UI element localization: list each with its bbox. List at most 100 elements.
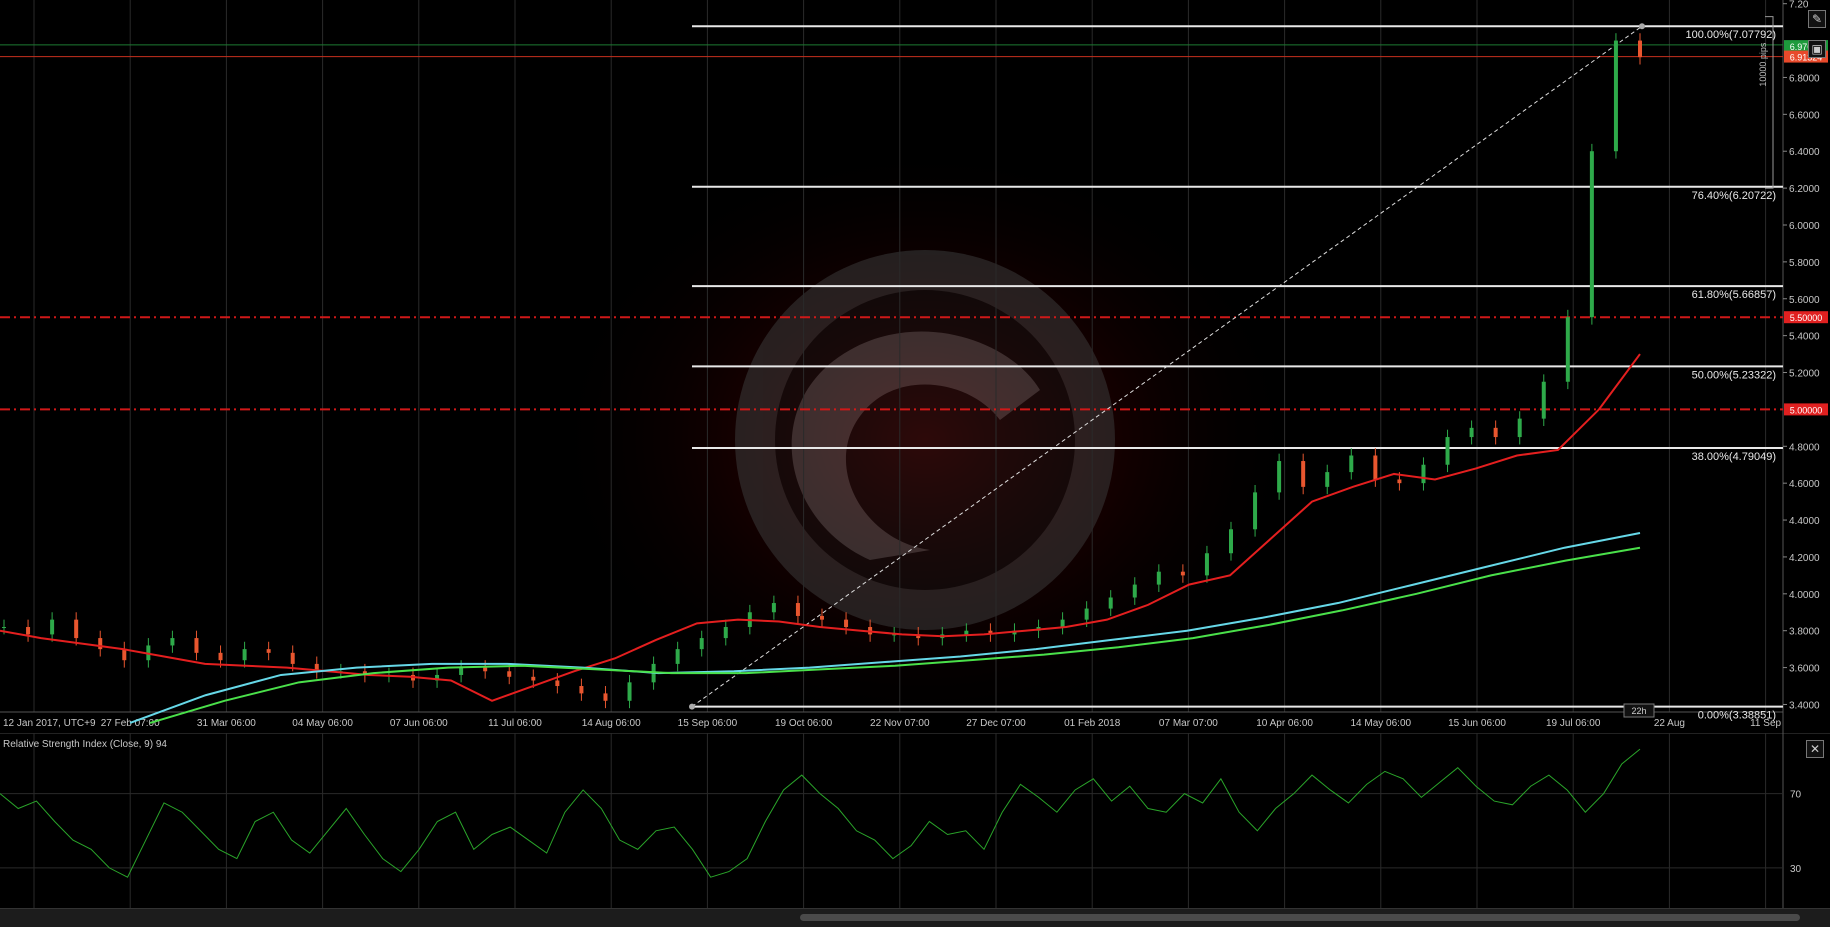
- candle-body[interactable]: [74, 619, 79, 639]
- candle-body[interactable]: [1421, 464, 1426, 484]
- candle-body[interactable]: [170, 638, 175, 646]
- x-tick-label: 27 Dec 07:00: [966, 718, 1026, 729]
- candle-body[interactable]: [699, 638, 704, 650]
- candle-body[interactable]: [1060, 619, 1065, 628]
- y-tick-label: 3.4000: [1789, 700, 1820, 711]
- y-tick-label: 6.4000: [1789, 147, 1820, 158]
- candle-body[interactable]: [1445, 437, 1450, 465]
- candle-body[interactable]: [1229, 529, 1233, 554]
- candle-body[interactable]: [1469, 427, 1474, 438]
- horizontal-scrollbar[interactable]: [0, 908, 1830, 927]
- candle-body[interactable]: [627, 682, 632, 701]
- y-tick-label: 5.6000: [1789, 295, 1820, 306]
- candle-body[interactable]: [1565, 317, 1570, 382]
- measure-label: 10000 pips: [1758, 42, 1768, 87]
- candle-body[interactable]: [820, 615, 824, 620]
- x-tick-label: 22 Aug: [1654, 718, 1685, 729]
- close-icon[interactable]: ✕: [1806, 740, 1824, 758]
- candle-body[interactable]: [723, 627, 728, 639]
- candle-body[interactable]: [795, 603, 800, 616]
- candle-body[interactable]: [1325, 472, 1330, 487]
- fibonacci-level-label: 76.40%(6.20722): [1692, 190, 1776, 202]
- candle-body[interactable]: [290, 652, 295, 664]
- candle-body[interactable]: [555, 680, 560, 687]
- candle-body[interactable]: [194, 638, 199, 653]
- rsi-y-tick-label: 70: [1790, 790, 1802, 801]
- y-tick-label: 6.2000: [1789, 184, 1820, 195]
- y-tick-label: 7.20: [1789, 0, 1809, 11]
- x-tick-label: 15 Sep 06:00: [678, 718, 738, 729]
- y-tick-label: 5.8000: [1789, 258, 1820, 269]
- candle-body[interactable]: [507, 671, 512, 677]
- y-tick-label: 3.8000: [1789, 627, 1820, 638]
- y-tick-label: 4.0000: [1789, 590, 1820, 601]
- rsi-panel[interactable]: 70 30 Relative Strength Index (Close, 9) 9…: [0, 733, 1830, 908]
- candle-body[interactable]: [266, 649, 271, 653]
- candle-body[interactable]: [531, 676, 536, 681]
- candle-body[interactable]: [1638, 40, 1642, 58]
- x-tick-label: 07 Mar 07:00: [1159, 718, 1218, 729]
- candle-body[interactable]: [1373, 455, 1378, 480]
- time-badge-text: 22h: [1631, 706, 1646, 716]
- y-tick-label: 4.2000: [1789, 553, 1820, 564]
- candle-body[interactable]: [483, 667, 488, 672]
- candle-body[interactable]: [1397, 479, 1402, 484]
- scrollbar-thumb[interactable]: [800, 914, 1800, 921]
- candle-body[interactable]: [1156, 571, 1161, 585]
- fibonacci-level-label: 0.00%(3.38851): [1698, 710, 1776, 722]
- fibonacci-level-label: 50.00%(5.23322): [1692, 369, 1776, 381]
- candle-body[interactable]: [122, 649, 127, 661]
- candle-body[interactable]: [964, 630, 969, 635]
- candle-body[interactable]: [1084, 608, 1089, 620]
- rsi-y-tick-label: 30: [1790, 864, 1802, 875]
- candle-body[interactable]: [242, 649, 247, 661]
- x-tick-label: 14 Aug 06:00: [582, 718, 641, 729]
- candle-body[interactable]: [50, 619, 55, 635]
- candle-body[interactable]: [1253, 492, 1258, 530]
- x-tick-label: 11 Jul 06:00: [488, 718, 542, 729]
- x-tick-label: 19 Jul 06:00: [1546, 718, 1601, 729]
- y-tick-label: 5.2000: [1789, 369, 1820, 380]
- candle-body[interactable]: [1349, 455, 1354, 473]
- y-tick-label: 4.6000: [1789, 479, 1820, 490]
- y-tick-label: 4.4000: [1789, 516, 1820, 527]
- candle-body[interactable]: [459, 667, 464, 675]
- camera-icon[interactable]: ▣: [1808, 40, 1826, 58]
- candle-body[interactable]: [771, 603, 776, 613]
- candle-body[interactable]: [1180, 571, 1185, 576]
- fibonacci-anchor-end[interactable]: [1639, 23, 1645, 30]
- candle-body[interactable]: [1541, 381, 1546, 419]
- candle-body[interactable]: [1132, 584, 1137, 598]
- candle-body[interactable]: [579, 686, 584, 694]
- candle-body[interactable]: [26, 627, 31, 635]
- fibonacci-anchor-start[interactable]: [689, 703, 695, 710]
- candle-body[interactable]: [1613, 40, 1618, 152]
- x-tick-label: 04 May 06:00: [292, 718, 353, 729]
- candle-body[interactable]: [844, 619, 849, 628]
- candle-body[interactable]: [603, 693, 608, 701]
- candle-body[interactable]: [218, 652, 223, 661]
- candle-body[interactable]: [1301, 461, 1306, 487]
- fibonacci-level-label: 100.00%(7.07792): [1685, 29, 1776, 41]
- x-tick-label: 07 Jun 06:00: [390, 718, 448, 729]
- candle-body[interactable]: [675, 649, 680, 664]
- candle-body[interactable]: [1589, 151, 1594, 318]
- x-tick-label: 14 May 06:00: [1350, 718, 1411, 729]
- candle-body[interactable]: [1277, 461, 1282, 493]
- rsi-title: Relative Strength Index (Close, 9) 94: [3, 739, 167, 750]
- y-tick-label: 6.6000: [1789, 110, 1820, 121]
- candle-body[interactable]: [1204, 553, 1209, 576]
- main-price-chart[interactable]: 12 Jan 2017, UTC+9 27 Feb 07:00 31 Mar 06:…: [0, 0, 1830, 733]
- x-tick-label: 22 Nov 07:00: [870, 718, 930, 729]
- candle-body[interactable]: [1493, 427, 1498, 438]
- y-tick-label: 6.0000: [1789, 221, 1820, 232]
- x-tick-label: 12 Jan 2017, UTC+9: [3, 718, 96, 729]
- edit-icon[interactable]: ✎: [1808, 10, 1826, 28]
- x-tick-label: 01 Feb 2018: [1064, 718, 1121, 729]
- candle-body[interactable]: [2, 627, 6, 629]
- candle-body[interactable]: [1517, 418, 1522, 438]
- y-tick-label: 6.8000: [1789, 73, 1820, 84]
- price-label-text: 5.00000: [1790, 405, 1823, 415]
- candle-body[interactable]: [98, 638, 103, 650]
- candle-body[interactable]: [1108, 597, 1113, 609]
